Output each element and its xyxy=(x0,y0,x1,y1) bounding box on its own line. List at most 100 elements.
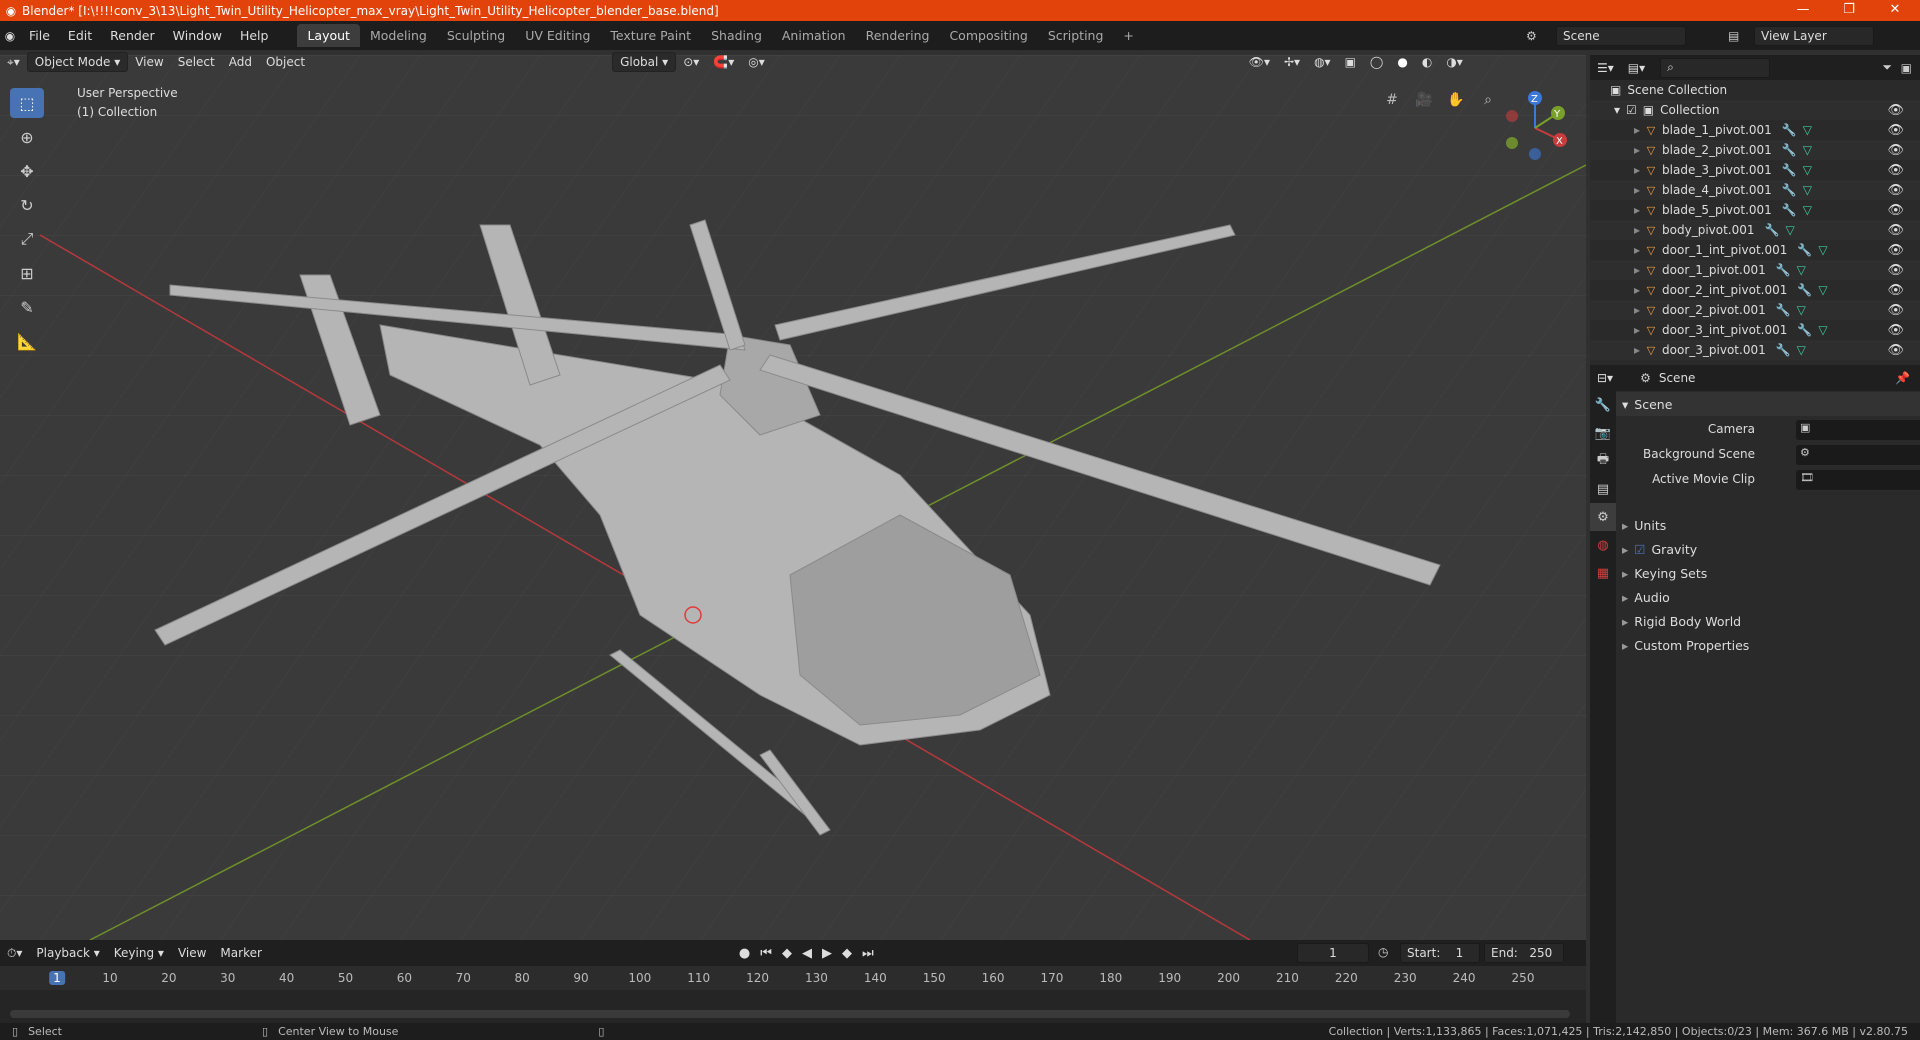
properties-editor-icon[interactable]: ⊟▾ xyxy=(1590,369,1620,387)
tab-uv-editing[interactable]: UV Editing xyxy=(515,24,600,47)
overlay-toggle-icon[interactable]: ◍▾ xyxy=(1307,53,1338,71)
properties-subsection[interactable]: ▸ Audio xyxy=(1616,585,1920,609)
tab-animation[interactable]: Animation xyxy=(772,24,856,47)
expand-arrow-icon[interactable]: ▸ xyxy=(1634,343,1640,357)
timeline-editor-icon[interactable]: ⏱▾ xyxy=(0,944,29,963)
outliner-item[interactable]: ▸ ▽ door_2_pivot.001 🔧 ▽ 👁 xyxy=(1590,300,1920,320)
current-frame-field[interactable]: 1 xyxy=(1297,943,1369,963)
eye-icon[interactable]: 👁 xyxy=(1887,183,1904,198)
checkbox-icon[interactable]: ☑ xyxy=(1626,103,1637,117)
tab-texture-paint[interactable]: Texture Paint xyxy=(600,24,701,47)
gravity-checkbox-icon[interactable]: ☑ xyxy=(1634,542,1645,557)
viewport-menu-object[interactable]: Object xyxy=(259,53,312,71)
outliner-item[interactable]: ▸ ▽ blade_2_pivot.001 🔧 ▽ 👁 xyxy=(1590,140,1920,160)
start-frame-field[interactable]: Start: 1 xyxy=(1400,943,1480,963)
end-frame-field[interactable]: End: 250 xyxy=(1484,943,1564,963)
scene-selector[interactable]: Scene xyxy=(1556,25,1686,46)
rotate-tool-icon[interactable]: ↻ xyxy=(10,190,44,220)
record-icon[interactable]: ● xyxy=(739,946,750,961)
proportional-edit-icon[interactable]: ◎▾ xyxy=(741,53,772,71)
editor-type-icon[interactable]: ⌖▾ xyxy=(0,53,27,72)
expand-arrow-icon[interactable]: ▸ xyxy=(1634,223,1640,237)
cursor-tool-icon[interactable]: ⊕ xyxy=(10,122,44,152)
collection-row[interactable]: ▾ ☑ ▣ Collection 👁 xyxy=(1590,100,1920,120)
prev-keyframe-icon[interactable]: ◆ xyxy=(782,946,792,961)
transform-orientation-dropdown[interactable]: Global ▾ xyxy=(612,52,677,72)
expand-arrow-icon[interactable]: ▸ xyxy=(1634,243,1640,257)
outliner-editor-icon[interactable]: ☰▾ xyxy=(1590,59,1621,77)
outliner-item[interactable]: ▸ ▽ body_pivot.001 🔧 ▽ 👁 xyxy=(1590,220,1920,240)
world-tab-icon[interactable]: ◍ xyxy=(1590,531,1616,559)
material-shading-icon[interactable]: ◐ xyxy=(1415,53,1439,71)
properties-subsection[interactable]: ▸ Units xyxy=(1616,513,1920,537)
timeline-menu-playback[interactable]: Playback ▾ xyxy=(29,944,106,962)
xray-toggle-icon[interactable]: ▣ xyxy=(1338,53,1363,71)
background-scene-field[interactable]: ⚙ xyxy=(1796,445,1920,465)
add-workspace-button[interactable]: + xyxy=(1113,24,1143,47)
eye-icon[interactable]: 👁 xyxy=(1887,123,1904,138)
outliner-item[interactable]: ▸ ▽ blade_3_pivot.001 🔧 ▽ 👁 xyxy=(1590,160,1920,180)
jump-end-icon[interactable]: ⏭ xyxy=(862,946,874,961)
pan-hand-icon[interactable]: ✋ xyxy=(1444,88,1468,112)
camera-field[interactable]: ▣✒ xyxy=(1796,420,1920,440)
outliner-item[interactable]: ▸ ▽ door_1_pivot.001 🔧 ▽ 👁 xyxy=(1590,260,1920,280)
expand-arrow-icon[interactable]: ▸ xyxy=(1634,263,1640,277)
blender-menu-icon[interactable]: ◉ xyxy=(0,29,20,43)
rendered-shading-icon[interactable]: ◑▾ xyxy=(1439,53,1470,71)
menu-file[interactable]: File xyxy=(20,28,59,43)
eye-icon[interactable]: 👁 xyxy=(1887,323,1904,338)
zoom-icon[interactable]: ⌕ xyxy=(1476,88,1500,112)
gizmo-toggle-icon[interactable]: ✢▾ xyxy=(1277,53,1307,71)
jump-start-icon[interactable]: ⏮ xyxy=(760,946,772,961)
outliner-item[interactable]: ▸ ▽ blade_1_pivot.001 🔧 ▽ 👁 xyxy=(1590,120,1920,140)
tab-shading[interactable]: Shading xyxy=(701,24,772,47)
collapse-arrow-icon[interactable]: ▾ xyxy=(1614,103,1620,117)
properties-subsection[interactable]: ▸ Custom Properties xyxy=(1616,633,1920,657)
expand-arrow-icon[interactable]: ▸ xyxy=(1634,143,1640,157)
tab-rendering[interactable]: Rendering xyxy=(856,24,940,47)
expand-arrow-icon[interactable]: ▸ xyxy=(1634,163,1640,177)
timeline-menu-keying[interactable]: Keying ▾ xyxy=(107,944,171,962)
menu-edit[interactable]: Edit xyxy=(59,28,101,43)
next-keyframe-icon[interactable]: ◆ xyxy=(842,946,852,961)
eye-icon[interactable]: 👁 xyxy=(1887,203,1904,218)
solid-shading-icon[interactable]: ● xyxy=(1390,53,1414,71)
outliner-item[interactable]: ▸ ▽ door_1_int_pivot.001 🔧 ▽ 👁 xyxy=(1590,240,1920,260)
filter-icon[interactable]: ⏷ xyxy=(1882,60,1892,75)
expand-arrow-icon[interactable]: ▸ xyxy=(1634,323,1640,337)
close-button[interactable]: ✕ xyxy=(1872,0,1918,21)
expand-arrow-icon[interactable]: ▸ xyxy=(1634,303,1640,317)
eye-icon[interactable]: 👁 xyxy=(1887,283,1904,298)
outliner-item[interactable]: ▸ ▽ blade_4_pivot.001 🔧 ▽ 👁 xyxy=(1590,180,1920,200)
move-tool-icon[interactable]: ✥ xyxy=(10,156,44,186)
3d-viewport[interactable]: ⬚ ⊕ ✥ ↻ ⤢ ⊞ ✎ 📐 User Perspective (1) Col… xyxy=(0,55,1586,940)
tab-sculpting[interactable]: Sculpting xyxy=(437,24,515,47)
properties-subsection[interactable]: ▸ ☑ Gravity xyxy=(1616,537,1920,561)
active-movie-clip-field[interactable]: 🎞 xyxy=(1796,470,1920,490)
tab-scripting[interactable]: Scripting xyxy=(1038,24,1114,47)
render-tab-icon[interactable]: 📷 xyxy=(1590,419,1616,447)
eye-icon[interactable]: 👁 xyxy=(1887,143,1904,158)
navigation-gizmo[interactable]: Z X Y xyxy=(1500,88,1570,168)
scene-collection-row[interactable]: ▣ Scene Collection xyxy=(1590,80,1920,100)
pin-icon[interactable]: 📌 xyxy=(1895,371,1910,385)
viewport-menu-select[interactable]: Select xyxy=(171,53,222,71)
menu-help[interactable]: Help xyxy=(231,28,278,43)
properties-subsection[interactable]: ▸ Keying Sets xyxy=(1616,561,1920,585)
frame-ruler[interactable]: 1 10 20 30 40 50 60 70 80 90 100 110 120 130 140 150 160… xyxy=(0,966,1586,990)
tab-compositing[interactable]: Compositing xyxy=(939,24,1037,47)
eye-icon[interactable]: 👁 xyxy=(1887,263,1904,278)
view-layer-selector[interactable]: View Layer xyxy=(1754,25,1874,46)
menu-window[interactable]: Window xyxy=(164,28,231,43)
eye-icon[interactable]: 👁 xyxy=(1887,223,1904,238)
expand-arrow-icon[interactable]: ▸ xyxy=(1634,203,1640,217)
viewport-menu-view[interactable]: View xyxy=(128,53,170,71)
grid-view-icon[interactable]: # xyxy=(1380,88,1404,112)
expand-arrow-icon[interactable]: ▸ xyxy=(1634,123,1640,137)
timeline-menu-view[interactable]: View xyxy=(171,944,213,962)
viewport-menu-add[interactable]: Add xyxy=(222,53,259,71)
menu-render[interactable]: Render xyxy=(101,28,164,43)
scene-section-header[interactable]: ▾ Scene xyxy=(1616,392,1920,416)
eye-icon[interactable]: 👁 xyxy=(1887,163,1904,178)
snap-icon[interactable]: 🧲▾ xyxy=(706,53,741,71)
